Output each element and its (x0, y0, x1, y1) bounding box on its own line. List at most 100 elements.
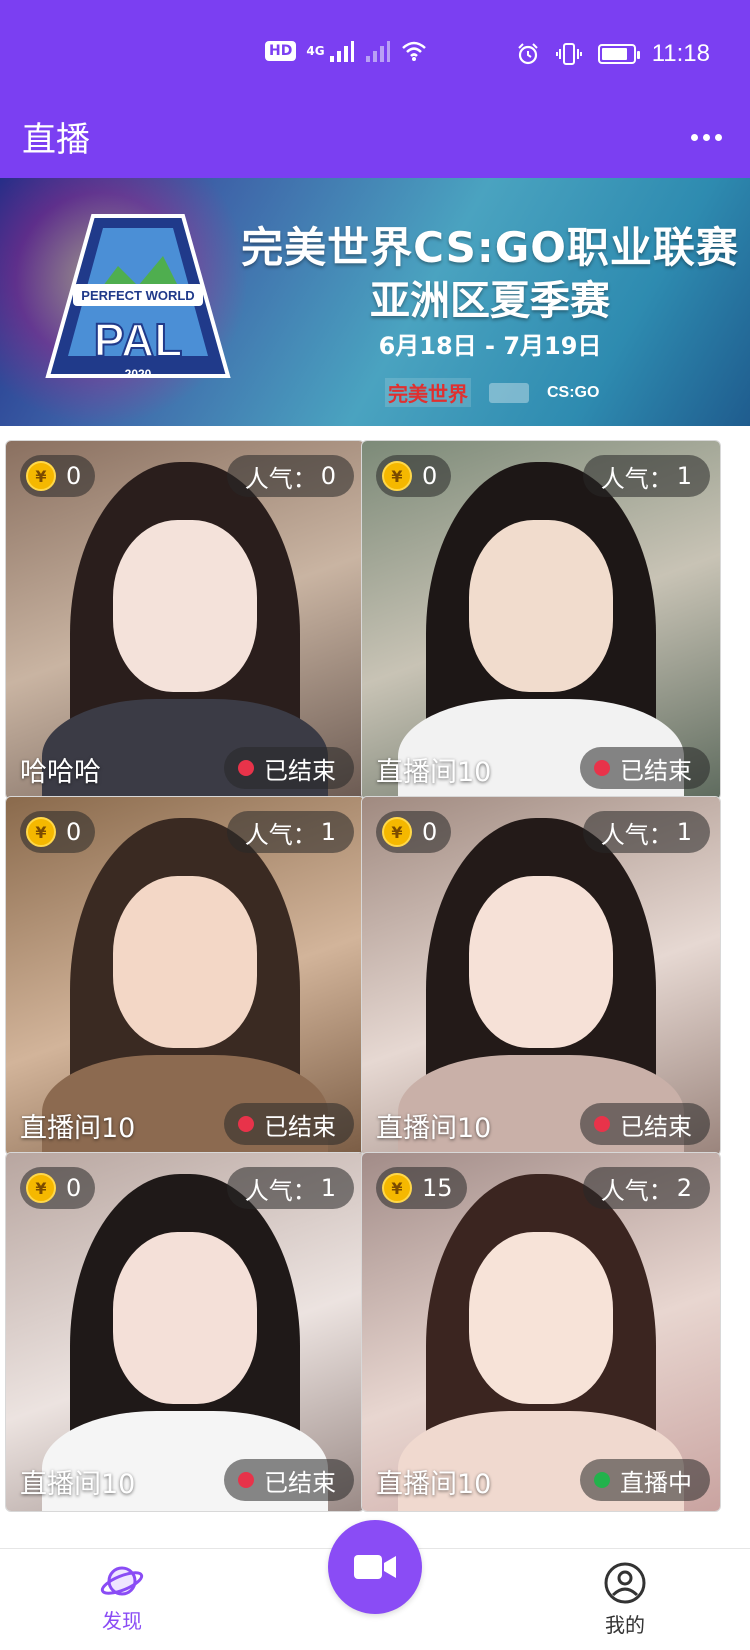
alarm-icon (518, 43, 538, 65)
room-name: 哈哈哈 (20, 757, 101, 788)
status-dot (238, 760, 254, 776)
popularity-badge: 人气： 1 (582, 455, 710, 497)
room-card[interactable]: ¥ 0 人气： 1 直播间10 已结束 (5, 1152, 365, 1512)
room-card[interactable]: ¥ 0 人气： 0 哈哈哈 已结束 (5, 440, 365, 800)
popularity-badge: 人气： 2 (582, 1167, 710, 1209)
coin-count: 15 (422, 1174, 453, 1202)
pal-logo-caption: PERFECT WORLD (81, 288, 194, 303)
network-gen-label: 4G (306, 44, 325, 58)
battery-fill (601, 48, 628, 60)
planet-icon (100, 1566, 144, 1596)
popularity-badge: 人气： 0 (226, 455, 354, 497)
tab-discover-label: 发现 (102, 1609, 142, 1633)
popularity-badge: 人气： 1 (226, 1167, 354, 1209)
popularity-label: 人气： (600, 464, 673, 493)
cover-face (113, 519, 257, 692)
coin-badge: ¥ 0 (376, 811, 452, 853)
popularity-label: 人气： (600, 820, 673, 849)
live-status-badge: 已结束 (224, 1459, 354, 1501)
start-live-button[interactable] (328, 1520, 422, 1614)
pal-logo-year: 2020 (125, 367, 152, 381)
status-label: 已结束 (264, 1468, 336, 1497)
network-indicators: HD 4G (265, 40, 427, 62)
popularity-label: 人气： (600, 1176, 673, 1205)
coin-badge: ¥ 0 (20, 455, 96, 497)
status-dot (238, 1472, 254, 1488)
status-dot (238, 1116, 254, 1132)
popularity-count: 2 (676, 1174, 692, 1202)
sponsor-perfect-world: 完美世界 (385, 378, 471, 407)
video-camera-icon (354, 1555, 396, 1579)
tab-profile-label: 我的 (605, 1613, 645, 1637)
live-status-badge: 已结束 (224, 747, 354, 789)
popularity-badge: 人气： 1 (582, 811, 710, 853)
status-right: 11:18 (516, 40, 710, 68)
popularity-count: 1 (676, 818, 692, 846)
room-name: 直播间10 (376, 757, 492, 788)
banner-title: 完美世界CS:GO职业联赛 (241, 223, 739, 272)
tab-discover[interactable]: 发现 (62, 1561, 182, 1634)
more-dot (714, 133, 722, 141)
coin-count: 0 (422, 818, 438, 846)
cover-face (469, 519, 613, 692)
coin-count: 0 (422, 462, 438, 490)
coin-count: 0 (66, 1174, 82, 1202)
coin-count: 0 (66, 818, 82, 846)
room-card[interactable]: ¥ 15 人气： 2 直播间10 直播中 (361, 1152, 721, 1512)
popularity-badge: 人气： 1 (226, 811, 354, 853)
status-label: 直播中 (620, 1468, 692, 1497)
sponsor-logo (489, 382, 529, 403)
popularity-count: 1 (320, 818, 336, 846)
room-card[interactable]: ¥ 0 人气： 1 直播间10 已结束 (361, 796, 721, 1156)
coin-icon: ¥ (26, 461, 56, 491)
live-status-badge: 已结束 (580, 747, 710, 789)
hd-badge: HD (265, 41, 297, 61)
room-name: 直播间10 (20, 1469, 136, 1500)
live-status-badge: 已结束 (580, 1103, 710, 1145)
coin-badge: ¥ 0 (376, 455, 452, 497)
more-dots-icon (690, 133, 698, 141)
status-label: 已结束 (620, 756, 692, 785)
more-dot (702, 133, 710, 141)
live-status-badge: 已结束 (224, 1103, 354, 1145)
more-button[interactable] (684, 122, 728, 152)
popularity-count: 1 (676, 462, 692, 490)
coin-count: 0 (66, 462, 82, 490)
cover-face (113, 875, 257, 1048)
status-label: 已结束 (264, 756, 336, 785)
coin-icon: ¥ (26, 817, 56, 847)
coin-icon: ¥ (382, 817, 412, 847)
status-bar: HD 4G 11:18 (0, 0, 750, 100)
banner-dates: 6月18日 - 7月19日 (378, 332, 602, 360)
room-card[interactable]: ¥ 0 人气： 1 直播间10 已结束 (5, 796, 365, 1156)
pal-logo-text: PAL (94, 314, 183, 366)
clock: 11:18 (651, 40, 710, 67)
pal-logo: PERFECT WORLD PAL 2020 (45, 214, 231, 381)
app-bar: 直播 (0, 100, 750, 178)
popularity-count: 0 (320, 462, 336, 490)
coin-icon: ¥ (382, 461, 412, 491)
banner-sponsors: 完美世界 CS:GO (385, 378, 599, 407)
user-icon (604, 1562, 646, 1604)
status-label: 已结束 (620, 1112, 692, 1141)
cover-face (469, 1231, 613, 1404)
coin-badge: ¥ 15 (376, 1167, 467, 1209)
cover-face (113, 1231, 257, 1404)
page-title: 直播 (22, 120, 90, 160)
popularity-count: 1 (320, 1174, 336, 1202)
tab-profile[interactable]: 我的 (565, 1561, 685, 1638)
vibrate-icon (555, 43, 582, 65)
status-label: 已结束 (264, 1112, 336, 1141)
room-name: 直播间10 (376, 1113, 492, 1144)
promo-banner[interactable]: PERFECT WORLD PAL 2020 完美世界CS:GO职业联赛 亚洲区… (0, 178, 750, 426)
coin-icon: ¥ (26, 1173, 56, 1203)
signal-icon (329, 41, 354, 62)
popularity-label: 人气： (244, 464, 317, 493)
sponsor-csgo: CS:GO (547, 383, 600, 401)
coin-badge: ¥ 0 (20, 1167, 96, 1209)
battery-icon (597, 44, 640, 64)
status-dot (594, 1116, 610, 1132)
room-card[interactable]: ¥ 0 人气： 1 直播间10 已结束 (361, 440, 721, 800)
coin-icon: ¥ (382, 1173, 412, 1203)
popularity-label: 人气： (244, 820, 317, 849)
